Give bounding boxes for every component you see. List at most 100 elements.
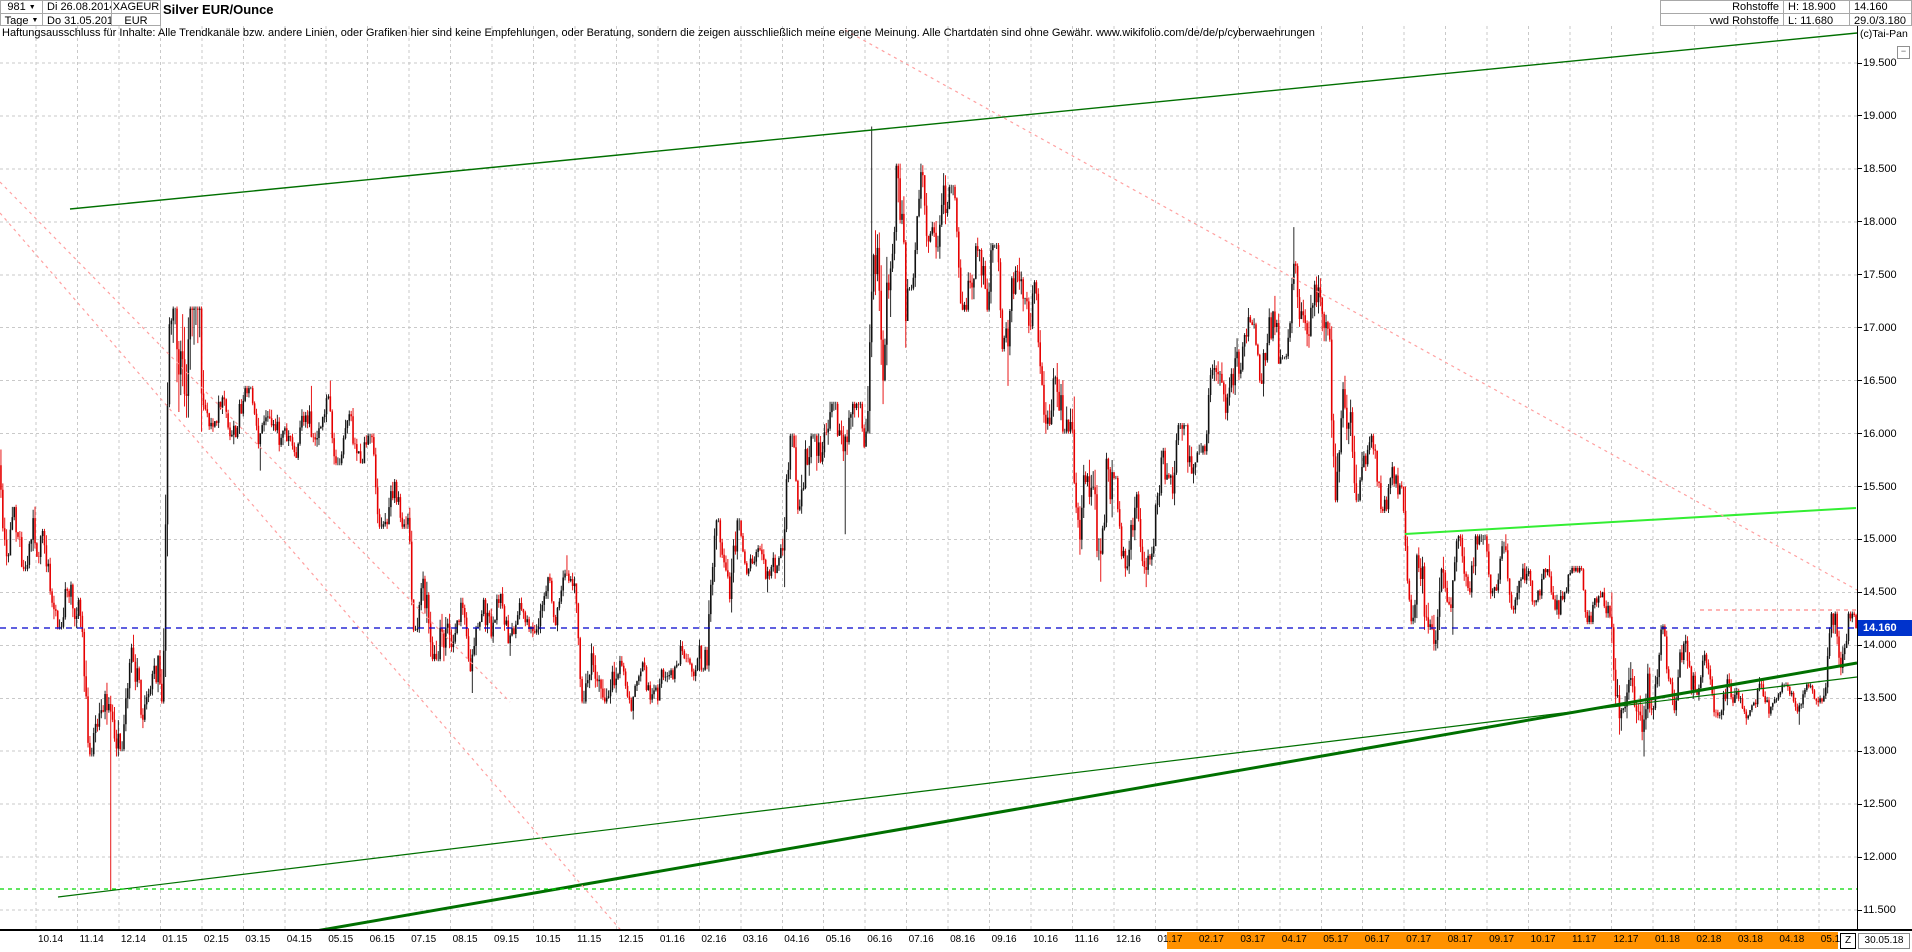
y-axis-label: 15.500 (1863, 480, 1897, 493)
x-axis-label: 07.15 (411, 934, 437, 945)
y-axis-tick (1858, 909, 1862, 911)
date-range-cells: Di 26.08.2014 Do 31.05.2018 (42, 0, 119, 27)
x-axis-label: 01.15 (162, 934, 188, 945)
upper-channel-green (69, 32, 1857, 210)
x-axis-label: 03.17 (1240, 934, 1266, 945)
page-title: Silver EUR/Ounce (163, 2, 274, 17)
x-axis-label: 02.16 (701, 934, 727, 945)
y-axis-tick (1858, 380, 1862, 382)
x-axis-label: 05.16 (825, 934, 851, 945)
y-axis-label: 12.000 (1863, 851, 1897, 864)
x-axis-label: 09.15 (494, 934, 520, 945)
zoom-z-button[interactable]: Z (1840, 933, 1856, 949)
x-axis-label: 10.14 (38, 934, 64, 945)
y-axis-tick (1858, 697, 1862, 699)
y-axis-tick (1858, 803, 1862, 805)
high-low-cells: H: 18.900 L: 11.680 (1783, 0, 1850, 27)
copyright-label: (c)Tai-Pan (1860, 28, 1908, 40)
x-axis-label: 02.15 (203, 934, 229, 945)
period-high-label: H: 18.900 (1784, 1, 1849, 14)
y-axis-tick (1858, 221, 1862, 223)
y-axis-tick (1858, 274, 1862, 276)
candle-series (0, 163, 1857, 891)
y-axis-tick (1858, 115, 1862, 117)
y-axis-label: 19.000 (1863, 109, 1897, 122)
end-date-label: 30.05.18 (1858, 933, 1910, 949)
timeframe-value: Tage (4, 14, 29, 27)
header-bar: 981 ▼ Tage ▼ Di 26.08.2014 Do 31.05.2018… (0, 0, 1912, 27)
pink-diagonal-left-b (0, 212, 621, 929)
x-axis-label: 08.17 (1447, 934, 1473, 945)
x-axis-label: 04.18 (1779, 934, 1805, 945)
last-value-label: 14.160 (1850, 1, 1911, 14)
y-axis-label: 11.500 (1863, 904, 1896, 917)
x-axis-label: 06.17 (1364, 934, 1390, 945)
x-axis-label: 01.16 (659, 934, 685, 945)
symbol-cells: XAGEUR EUR (111, 0, 161, 27)
x-axis-label: 09.17 (1489, 934, 1515, 945)
x-axis-label: 12.15 (618, 934, 644, 945)
collapse-icon[interactable]: − (1897, 46, 1910, 59)
x-axis-label: 10.17 (1530, 934, 1556, 945)
x-axis-label: 08.16 (950, 934, 976, 945)
y-axis-label: 17.000 (1863, 321, 1897, 334)
candle-series (0, 165, 1857, 755)
x-axis-label: 12.16 (1115, 934, 1141, 945)
y-axis-label: 14.000 (1863, 639, 1897, 652)
x-axis-label: 04.17 (1281, 934, 1307, 945)
y-axis-tick (1858, 486, 1862, 488)
symbol-code: XAGEUR (112, 1, 160, 14)
x-axis-label: 01.18 (1654, 934, 1680, 945)
y-axis-label: 12.500 (1863, 798, 1897, 811)
period-cells: 981 ▼ Tage ▼ (0, 0, 43, 27)
y-axis-label: 19.500 (1863, 57, 1897, 69)
x-axis-label: 01.17 (1157, 934, 1183, 945)
x-axis-label: 05.17 (1323, 934, 1349, 945)
bars-count-dropdown[interactable]: 981 ▼ (1, 1, 42, 14)
y-axis-tick (1858, 750, 1862, 752)
y-axis-label: 13.500 (1863, 692, 1897, 705)
y-axis-tick (1858, 327, 1862, 329)
disclaimer-text: Haftungsausschluss für Inhalte: Alle Tre… (2, 27, 1315, 39)
resistance-bright-green (1404, 507, 1857, 535)
bars-count-value: 981 (7, 1, 26, 13)
x-axis-label: 08.15 (452, 934, 478, 945)
y-axis-tick (1858, 62, 1862, 64)
y-axis-column: (c)Tai-Pan − 19.500 19.000 18.500 18.000 17.… (1857, 26, 1912, 929)
x-axis-label: 11.16 (1074, 934, 1099, 945)
x-axis-label: 11.17 (1572, 934, 1597, 945)
x-axis-label: 03.16 (742, 934, 768, 945)
instrument-title-wrap: Silver EUR/Ounce (163, 0, 274, 26)
y-axis-label: 17.500 (1863, 268, 1897, 281)
date-from-field[interactable]: Di 26.08.2014 (43, 1, 116, 14)
x-axis-label: 02.18 (1696, 934, 1722, 945)
x-axis-label: 07.16 (908, 934, 934, 945)
x-axis-label: 10.16 (1033, 934, 1059, 945)
y-axis-label: 15.000 (1863, 533, 1897, 546)
category-label: Rohstoffe (1661, 1, 1783, 14)
chevron-down-icon: ▼ (28, 3, 36, 11)
x-axis-label: 11.14 (79, 934, 104, 945)
x-axis-label: 02.17 (1198, 934, 1224, 945)
y-axis-tick (1858, 591, 1862, 593)
x-axis-label: 06.15 (369, 934, 395, 945)
candlestick-chart (0, 26, 1857, 929)
last-price-tag: 14.160 (1858, 620, 1912, 637)
x-axis-label: 04.15 (286, 934, 312, 945)
y-axis-tick (1858, 168, 1862, 170)
x-axis-label: 12.14 (120, 934, 146, 945)
taipan-chart-window: 981 ▼ Tage ▼ Di 26.08.2014 Do 31.05.2018… (0, 0, 1912, 952)
x-axis-label: 04.16 (784, 934, 810, 945)
y-axis-tick (1858, 644, 1862, 646)
chart-plot-area[interactable]: Haftungsausschluss für Inhalte: Alle Tre… (0, 26, 1857, 929)
x-axis-row: 10.14 11.14 12.14 01.15 02.15 03.15 04.15 05.15… (0, 929, 1912, 952)
x-axis-label: 12.17 (1613, 934, 1639, 945)
chevron-down-icon: ▼ (31, 17, 39, 24)
x-axis-label: 03.18 (1737, 934, 1763, 945)
x-axis-label: 06.16 (867, 934, 893, 945)
last-value-cells: 14.160 29.0/3.180 (1849, 0, 1912, 27)
y-axis-tick (1858, 538, 1862, 540)
y-axis-label: 14.500 (1863, 586, 1897, 599)
y-axis-label: 13.000 (1863, 745, 1897, 758)
pink-diagonal-right (844, 29, 1857, 591)
